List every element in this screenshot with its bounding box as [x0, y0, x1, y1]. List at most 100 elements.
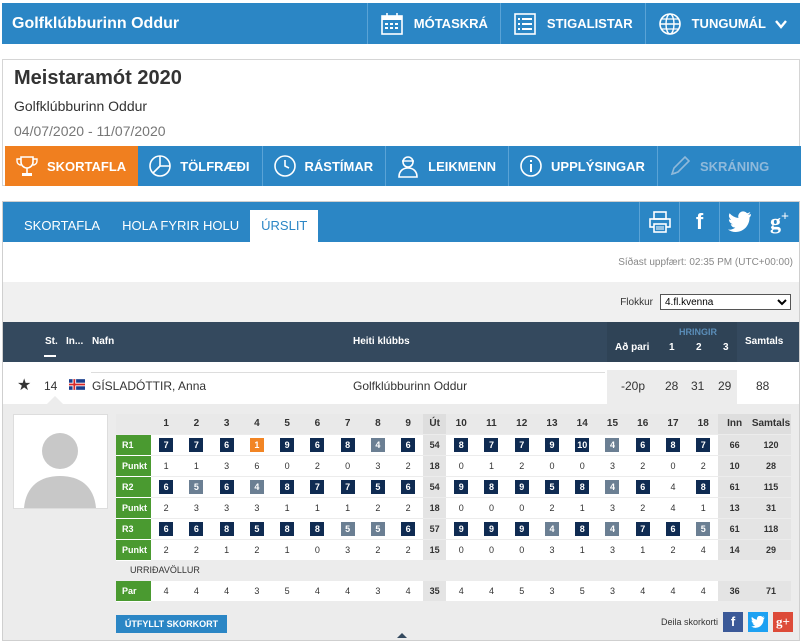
trophy-icon	[16, 156, 38, 176]
share-scorecard-label: Deila skorkorti	[660, 617, 718, 627]
tab-registration: SKRÁNING	[658, 146, 781, 186]
hole-points: 0	[506, 539, 537, 561]
subtab-results[interactable]: ÚRSLIT	[250, 210, 319, 242]
hole-points: 13	[718, 497, 751, 519]
hole-header: 7	[332, 414, 363, 435]
leaderboard-row[interactable]: ★ 14 GÍSLADÓTTIR, Anna Golfklúbburinn Od…	[3, 362, 799, 404]
sort-indicator	[44, 355, 56, 357]
tab-statistics[interactable]: TÖLFRÆÐI	[138, 146, 263, 186]
hole-score: 6	[635, 437, 650, 452]
hole-score: 8	[696, 479, 711, 494]
hole-points: 2	[688, 455, 719, 477]
hole-points: 1	[272, 497, 303, 519]
google-plus-icon: g+	[770, 209, 789, 234]
round-sum: 57	[423, 518, 447, 540]
header-name[interactable]: Nafn	[92, 336, 114, 347]
facebook-button[interactable]: f	[679, 202, 719, 242]
hole-score: 7	[189, 437, 204, 452]
hole-score: 8	[575, 479, 590, 494]
header-round-2: 2	[696, 342, 702, 353]
hole-par: 4	[476, 580, 507, 602]
row-name[interactable]: GÍSLADÓTTIR, Anna	[92, 379, 206, 393]
points-label: Punkt	[116, 539, 151, 561]
top-nav: MÓTASKRÁ STIGALISTAR TUNGUMÁL	[366, 3, 800, 44]
hole-points: 3	[211, 455, 242, 477]
hole-par: 3	[241, 580, 272, 602]
share-twitter-icon[interactable]	[748, 612, 768, 632]
header-club[interactable]: Heiti klúbbs	[353, 336, 410, 347]
hole-par: 4	[211, 580, 242, 602]
print-button[interactable]	[639, 202, 679, 242]
row-round-3: 29	[718, 379, 732, 393]
hole-points: 2	[393, 497, 424, 519]
hole-points: 1	[302, 497, 333, 519]
hole-score: 8	[310, 521, 325, 536]
nav-tournament-list[interactable]: MÓTASKRÁ	[366, 3, 500, 44]
round-sum: 115	[751, 476, 791, 498]
star-icon[interactable]: ★	[17, 375, 31, 395]
brand-name[interactable]: Golfklúbburinn Oddur	[2, 15, 367, 33]
hole-score: 9	[454, 479, 469, 494]
filled-scorecard-button[interactable]: ÚTFYLLT SKORKORT	[116, 615, 227, 633]
hole-score: 4	[670, 481, 676, 492]
category-select[interactable]: 4.fl.kvenna	[660, 294, 791, 310]
subtab-hole-by-hole[interactable]: HOLA FYRIR HOLU	[111, 210, 250, 242]
hole-score: 5	[544, 479, 559, 494]
tab-tee-times[interactable]: RÁSTÍMAR	[263, 146, 387, 186]
tournament-dates: 04/07/2020 - 11/07/2020	[14, 123, 166, 139]
hole-points: 2	[393, 539, 424, 561]
hole-score: 9	[544, 437, 559, 452]
hole-score: 6	[665, 521, 680, 536]
row-club: Golfklúbburinn Oddur	[353, 379, 468, 393]
hole-header: 11	[476, 414, 507, 435]
main-tabs: SKORTAFLA TÖLFRÆÐI RÁSTÍMAR LEIKMENN UPP…	[5, 146, 801, 186]
nav-rankings[interactable]: STIGALISTAR	[499, 3, 645, 44]
hole-points: 0	[657, 455, 689, 477]
course-name: URRIÐAVÖLLUR	[116, 560, 791, 581]
hole-score: 9	[514, 479, 529, 494]
hole-points: 2	[506, 455, 537, 477]
round-sum: 61	[718, 476, 751, 498]
info-icon	[520, 155, 542, 177]
round-row: R3 6 6 8 5 8 8 5 5 6 57 9 9 9 4 8 4 7 6 5 61 118	[116, 518, 791, 540]
hole-score: 8	[484, 479, 499, 494]
hole-points: 0	[536, 455, 568, 477]
nav-language[interactable]: TUNGUMÁL	[644, 3, 800, 44]
hole-points: 3	[536, 539, 568, 561]
hole-points: 1	[151, 455, 182, 477]
hole-points: 0	[476, 497, 507, 519]
printer-icon	[648, 211, 671, 233]
globe-icon	[658, 12, 681, 35]
tab-leaderboard[interactable]: SKORTAFLA	[5, 146, 139, 186]
subtab-leaderboard[interactable]: SKORTAFLA	[13, 210, 111, 242]
hole-header: 10	[446, 414, 477, 435]
hole-points: 0	[567, 455, 598, 477]
hole-score: 6	[401, 437, 416, 452]
hole-score: 4	[605, 479, 620, 494]
tab-players[interactable]: LEIKMENN	[386, 146, 510, 186]
hole-score: 7	[340, 479, 355, 494]
points-label: Punkt	[116, 497, 151, 519]
hole-points: 2	[657, 539, 689, 561]
hole-points: 3	[181, 497, 212, 519]
hole-header: 16	[627, 414, 658, 435]
hole-par: 3	[362, 580, 393, 602]
twitter-button[interactable]	[719, 202, 759, 242]
hole-points: 3	[597, 455, 628, 477]
pie-chart-icon	[149, 155, 172, 177]
hole-score: 8	[219, 521, 234, 536]
collapse-caret-icon[interactable]	[397, 633, 407, 638]
points-label: Punkt	[116, 455, 151, 477]
hole-points: 18	[423, 497, 447, 519]
tournament-card: Meistaramót 2020 Golfklúbburinn Oddur 04…	[2, 59, 801, 186]
hole-score: 8	[340, 437, 355, 452]
share-google-plus-icon[interactable]: g+	[773, 612, 793, 632]
tab-information[interactable]: UPPLÝSINGAR	[509, 146, 658, 186]
share-facebook-icon[interactable]: f	[723, 612, 743, 632]
hole-header: 8	[362, 414, 393, 435]
google-plus-button[interactable]: g+	[759, 202, 799, 242]
hole-points: 3	[211, 497, 242, 519]
results-panel: SKORTAFLA HOLA FYRIR HOLU ÚRSLIT f g+ Sí…	[2, 201, 800, 641]
hole-score: 5	[189, 479, 204, 494]
hole-score: 6	[159, 521, 174, 536]
